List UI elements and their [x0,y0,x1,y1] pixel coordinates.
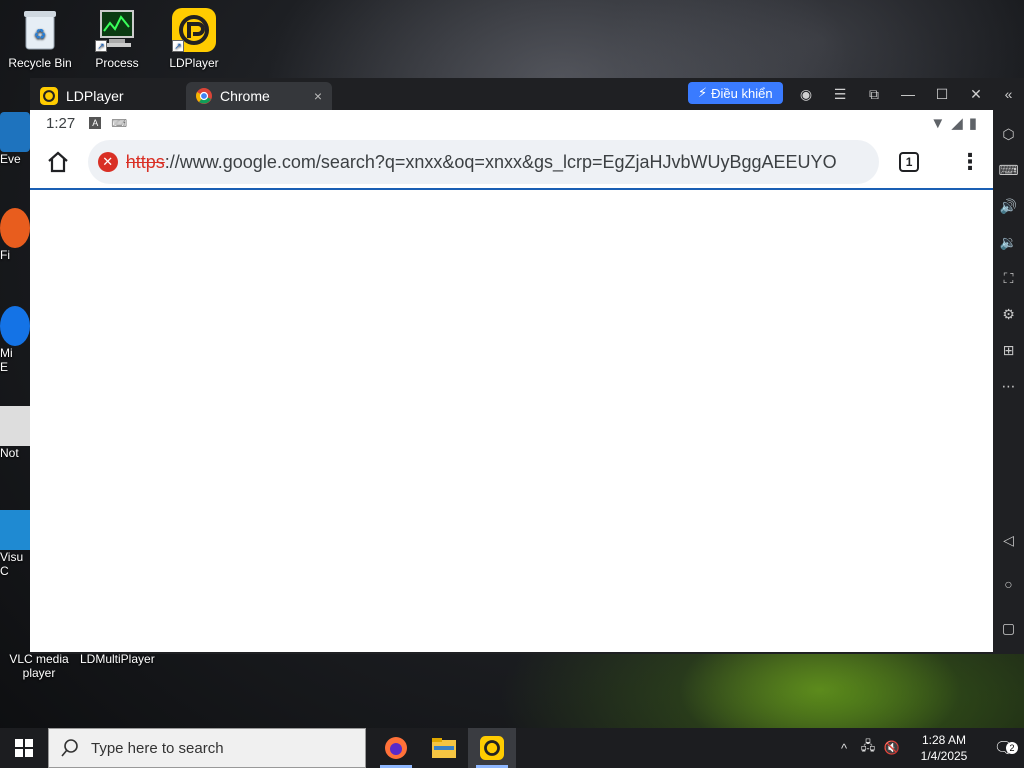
windows-icon [15,739,33,757]
collapse-icon[interactable]: « [993,86,1024,102]
home-icon [48,151,68,173]
url-scheme: https [125,151,165,172]
ldplayer-sidebar: ⬡ ⌨ 🔊 🔉 ⛶ ⚙ ⊞ ⋯ ◁ ○ ▢ [993,110,1024,654]
volume-down-icon[interactable]: 🔉 [997,230,1021,254]
process-icon: ↗ [95,8,139,52]
back-icon[interactable]: ◁ [997,528,1021,552]
desktop-icon-vlc-label[interactable]: VLC media player [4,652,74,680]
home-button[interactable] [42,146,74,178]
screenshot-icon[interactable]: ⛶ [997,266,1021,290]
keyboard-icon: ⌨ [111,117,128,130]
desktop-icon-label: Recycle Bin [8,56,72,70]
battery-icon: ▮ [968,115,977,132]
recents-icon[interactable]: ▢ [997,616,1021,640]
tab-ldplayer[interactable]: LDPlayer [30,82,186,110]
status-right-icons: ▼ ◢ ▮ [930,114,977,133]
taskbar-clock[interactable]: 1:28 AM 1/4/2025 [904,732,984,764]
window-controls: ◉ ☰ ⧉ — ☐ ✕ « [789,78,1024,110]
menu-icon[interactable]: ☰ [823,86,857,103]
ldplayer-icon [40,87,58,105]
notification-badge: 2 [1006,742,1018,754]
desktop-icon-label: Process [95,56,139,70]
control-button[interactable]: ⚡ Điều khiển [688,82,783,104]
ldplayer-window: LDPlayer Chrome × ⚡ Điều khiển ◉ ☰ ⧉ — ☐… [30,78,1024,654]
settings-icon[interactable]: ⬡ [997,122,1021,146]
recycle-bin-icon: ♻ [18,8,62,52]
tab-chrome[interactable]: Chrome × [186,82,332,110]
search-placeholder: Type here to search [91,739,224,757]
desktop-icon-recycle-bin[interactable]: ♻ Recycle Bin [2,8,78,70]
clock-time: 1:28 AM [921,733,967,747]
ldplayer-icon [480,736,504,760]
url-rest: ://www.google.com/search?q=xnxx&oq=xnxx&… [164,151,837,172]
tab-close-icon[interactable]: × [314,88,322,104]
page-content [30,190,993,650]
ldplayer-icon: ↗ [172,8,216,52]
volume-muted-icon[interactable]: 🔇 [880,740,904,756]
svg-text:♻: ♻ [34,26,47,42]
maximize-icon[interactable]: ☐ [925,86,959,103]
tab-switcher-button[interactable]: 1 [899,152,919,172]
notification-a-icon: A [89,117,102,129]
url-text[interactable]: https://www.google.com/search?q=xnxx&oq=… [126,152,837,173]
chevron-up-icon[interactable]: ^ [832,741,856,756]
desktop-icon-ldmultiplayer-label[interactable]: LDMultiPlayer [80,652,155,666]
install-apk-icon[interactable]: ⚙ [997,302,1021,326]
shortcut-arrow-icon: ↗ [95,40,107,52]
search-icon [61,739,78,757]
tab-label: Chrome [220,88,270,104]
android-screen: 1:27 A ⌨ ▼ ◢ ▮ ✕ https://www.google.com/… [30,110,993,652]
omnibox[interactable]: ✕ https://www.google.com/search?q=xnxx&o… [87,140,880,184]
taskbar-ldplayer[interactable] [468,728,516,768]
desktop-icon-ldplayer[interactable]: ↗ LDPlayer [156,8,232,70]
restore-icon[interactable]: ⧉ [857,86,891,103]
home-icon[interactable]: ○ [997,572,1021,596]
minimize-icon[interactable]: — [891,86,925,102]
account-icon[interactable]: ◉ [789,86,823,103]
chrome-toolbar: ✕ https://www.google.com/search?q=xnxx&o… [30,136,993,190]
desktop-icon-process[interactable]: ↗ Process [79,8,155,70]
control-button-label: Điều khiển [711,85,773,101]
wifi-icon: ▼ [930,114,946,132]
tab-label: LDPlayer [66,88,124,104]
desktop-icon-label: LDPlayer [169,56,219,70]
lightning-icon: ⚡ [698,85,708,100]
firefox-icon [385,737,407,759]
file-explorer-icon [432,738,456,758]
volume-up-icon[interactable]: 🔊 [997,194,1021,218]
chrome-menu-icon[interactable]: ⋮ [959,151,981,173]
system-tray: ^ 🖧 🔇 1:28 AM 1/4/2025 🗨 2 [832,728,1024,768]
notification-center-button[interactable]: 🗨 2 [984,738,1024,758]
not-secure-icon[interactable]: ✕ [97,152,118,172]
status-time: 1:27 [46,114,76,132]
shortcut-arrow-icon: ↗ [172,40,184,52]
taskbar-search[interactable]: Type here to search [48,728,366,768]
add-instance-icon[interactable]: ⊞ [997,338,1021,362]
network-icon[interactable]: 🖧 [856,737,880,759]
taskbar: Type here to search ^ 🖧 🔇 1:28 AM 1/4/20… [0,728,1024,768]
taskbar-firefox[interactable] [372,728,420,768]
ldplayer-titlebar: LDPlayer Chrome × ⚡ Điều khiển ◉ ☰ ⧉ — ☐… [30,78,1024,110]
android-status-bar: 1:27 A ⌨ ▼ ◢ ▮ [30,110,993,136]
taskbar-file-explorer[interactable] [420,728,468,768]
clock-date: 1/4/2025 [920,749,968,763]
chrome-icon [196,88,212,104]
signal-icon: ◢ [951,115,963,132]
close-icon[interactable]: ✕ [959,86,993,103]
more-icon[interactable]: ⋯ [997,374,1021,398]
start-button[interactable] [0,728,48,768]
keyboard-icon[interactable]: ⌨ [997,158,1021,182]
